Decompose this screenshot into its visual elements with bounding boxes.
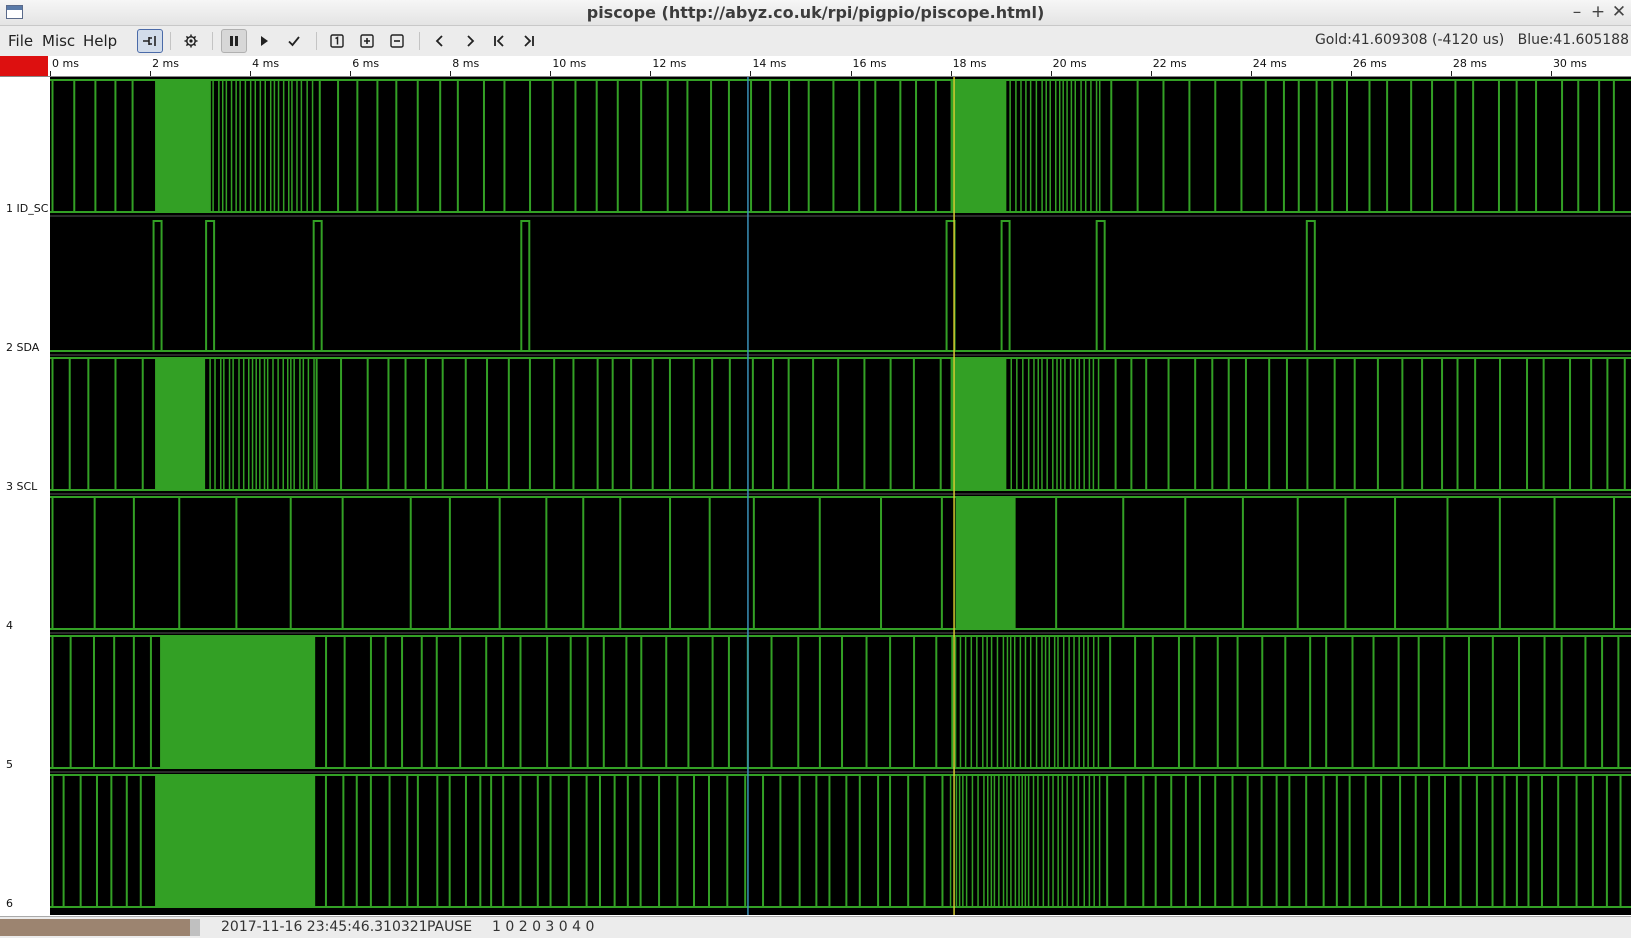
ruler-tick-label: 24 ms bbox=[1252, 57, 1287, 70]
play-icon bbox=[261, 36, 268, 46]
gear-icon bbox=[184, 34, 198, 48]
blue-readout: Blue:41.605188 bbox=[1517, 32, 1629, 48]
toolbar: File Misc Help Gold:41.609308 (-4120 us) bbox=[0, 26, 1631, 56]
pause-icon bbox=[230, 36, 238, 46]
ruler-tick-mark bbox=[1250, 71, 1252, 76]
menu-file[interactable]: File bbox=[8, 32, 33, 50]
ruler-tick-mark bbox=[1450, 71, 1452, 76]
ruler-tick-label: 18 ms bbox=[952, 57, 987, 70]
ruler-tick-label: 0 ms bbox=[52, 57, 79, 70]
channel-label[interactable]: 5 bbox=[6, 758, 13, 771]
chevron-left-icon bbox=[435, 35, 443, 47]
ruler-tick-label: 20 ms bbox=[1052, 57, 1087, 70]
channel-label[interactable]: 4 bbox=[6, 619, 13, 632]
menu-help[interactable]: Help bbox=[83, 32, 117, 50]
zoom-in-button[interactable] bbox=[354, 29, 380, 53]
play-button[interactable] bbox=[251, 29, 277, 53]
ruler-tick-label: 28 ms bbox=[1452, 57, 1487, 70]
ruler-tick-label: 16 ms bbox=[852, 57, 887, 70]
ruler-corner bbox=[0, 56, 48, 76]
status-mode: PAUSE bbox=[427, 919, 473, 935]
ruler-tick-label: 12 ms bbox=[652, 57, 687, 70]
ruler-tick-mark bbox=[150, 71, 152, 76]
channel-trace bbox=[50, 220, 1631, 352]
ruler-tick-label: 4 ms bbox=[252, 57, 280, 70]
channel-trace bbox=[50, 79, 1631, 213]
settings-button[interactable] bbox=[178, 29, 204, 53]
channel-trace bbox=[50, 357, 1631, 491]
scroll-left-button[interactable] bbox=[427, 29, 453, 53]
menu-misc[interactable]: Misc bbox=[42, 32, 75, 50]
zoom-one-icon bbox=[330, 34, 344, 48]
channel-trace bbox=[50, 635, 1631, 769]
ruler-tick-mark bbox=[1350, 71, 1352, 76]
ruler-tick-label: 2 ms bbox=[152, 57, 180, 70]
status-bar: 2017-11-16 23:45:46.310321 PAUSE 1 0 2 0… bbox=[0, 916, 1631, 938]
ruler-tick-mark bbox=[450, 71, 452, 76]
channel-trace bbox=[50, 774, 1631, 908]
chevron-right-icon bbox=[467, 35, 475, 47]
scrollbar-thumb[interactable] bbox=[0, 919, 190, 936]
gold-readout: Gold:41.609308 (-4120 us) bbox=[1314, 32, 1505, 48]
status-timestamp: 2017-11-16 23:45:46.310321 bbox=[221, 919, 428, 935]
zoom-one-button[interactable] bbox=[324, 29, 350, 53]
plug-icon bbox=[143, 36, 156, 46]
ruler-tick-mark bbox=[350, 71, 352, 76]
ruler-tick-label: 26 ms bbox=[1352, 57, 1387, 70]
ruler-tick-mark bbox=[1150, 71, 1152, 76]
ruler-tick-label: 14 ms bbox=[752, 57, 787, 70]
zoom-out-button[interactable] bbox=[384, 29, 410, 53]
skip-start-icon bbox=[494, 35, 504, 47]
trigger-button[interactable] bbox=[281, 29, 307, 53]
check-icon bbox=[288, 36, 300, 47]
ruler-tick-mark bbox=[550, 71, 552, 76]
skip-end-icon bbox=[524, 35, 534, 47]
channel-label[interactable]: 3 SCL bbox=[6, 480, 37, 493]
ruler-tick-mark bbox=[50, 71, 51, 76]
status-levels: 1 0 2 0 3 0 4 0 bbox=[492, 919, 595, 935]
ruler-tick-label: 30 ms bbox=[1552, 57, 1587, 70]
zoom-in-icon bbox=[360, 34, 374, 48]
ruler-tick-mark bbox=[950, 71, 952, 76]
close-button[interactable]: ✕ bbox=[1609, 2, 1629, 22]
cursor-readout: Gold:41.609308 (-4120 us) Blue:41.605188 bbox=[1315, 32, 1629, 48]
channel-label[interactable]: 6 bbox=[6, 897, 13, 910]
zoom-out-icon bbox=[390, 34, 404, 48]
time-ruler[interactable]: 0 ms 2 ms 4 ms 6 ms 8 ms 10 ms 12 ms 14 ms 16 ms… bbox=[0, 56, 1631, 77]
go-end-button[interactable] bbox=[516, 29, 542, 53]
connect-button[interactable] bbox=[137, 29, 163, 53]
channel-label[interactable]: 2 SDA bbox=[6, 341, 39, 354]
window-title: piscope (http://abyz.co.uk/rpi/pigpio/pi… bbox=[586, 3, 1045, 22]
ruler-tick-mark bbox=[1550, 71, 1552, 76]
channel-label[interactable]: 1 ID_SC bbox=[6, 202, 48, 215]
ruler-tick-mark bbox=[250, 71, 252, 76]
channel-trace bbox=[50, 496, 1631, 630]
channel-labels: 1 ID_SC 2 SDA 3 SCL 4 5 6 bbox=[0, 77, 50, 915]
trace-area[interactable] bbox=[50, 77, 1631, 915]
trace-canvas[interactable] bbox=[50, 77, 1631, 915]
minimize-button[interactable]: – bbox=[1567, 2, 1587, 22]
ruler-tick-label: 10 ms bbox=[552, 57, 587, 70]
scroll-right-button[interactable] bbox=[457, 29, 483, 53]
ruler-tick-label: 8 ms bbox=[452, 57, 480, 70]
ruler-tick-label: 6 ms bbox=[352, 57, 380, 70]
ruler-tick-label: 22 ms bbox=[1152, 57, 1187, 70]
go-start-button[interactable] bbox=[486, 29, 512, 53]
ruler-tick-mark bbox=[1050, 71, 1052, 76]
maximize-button[interactable]: + bbox=[1588, 2, 1608, 22]
pause-button[interactable] bbox=[221, 29, 247, 53]
ruler-tick-mark bbox=[650, 71, 652, 76]
title-bar: piscope (http://abyz.co.uk/rpi/pigpio/pi… bbox=[0, 0, 1631, 26]
ruler-tick-mark bbox=[850, 71, 852, 76]
ruler-tick-mark bbox=[750, 71, 752, 76]
